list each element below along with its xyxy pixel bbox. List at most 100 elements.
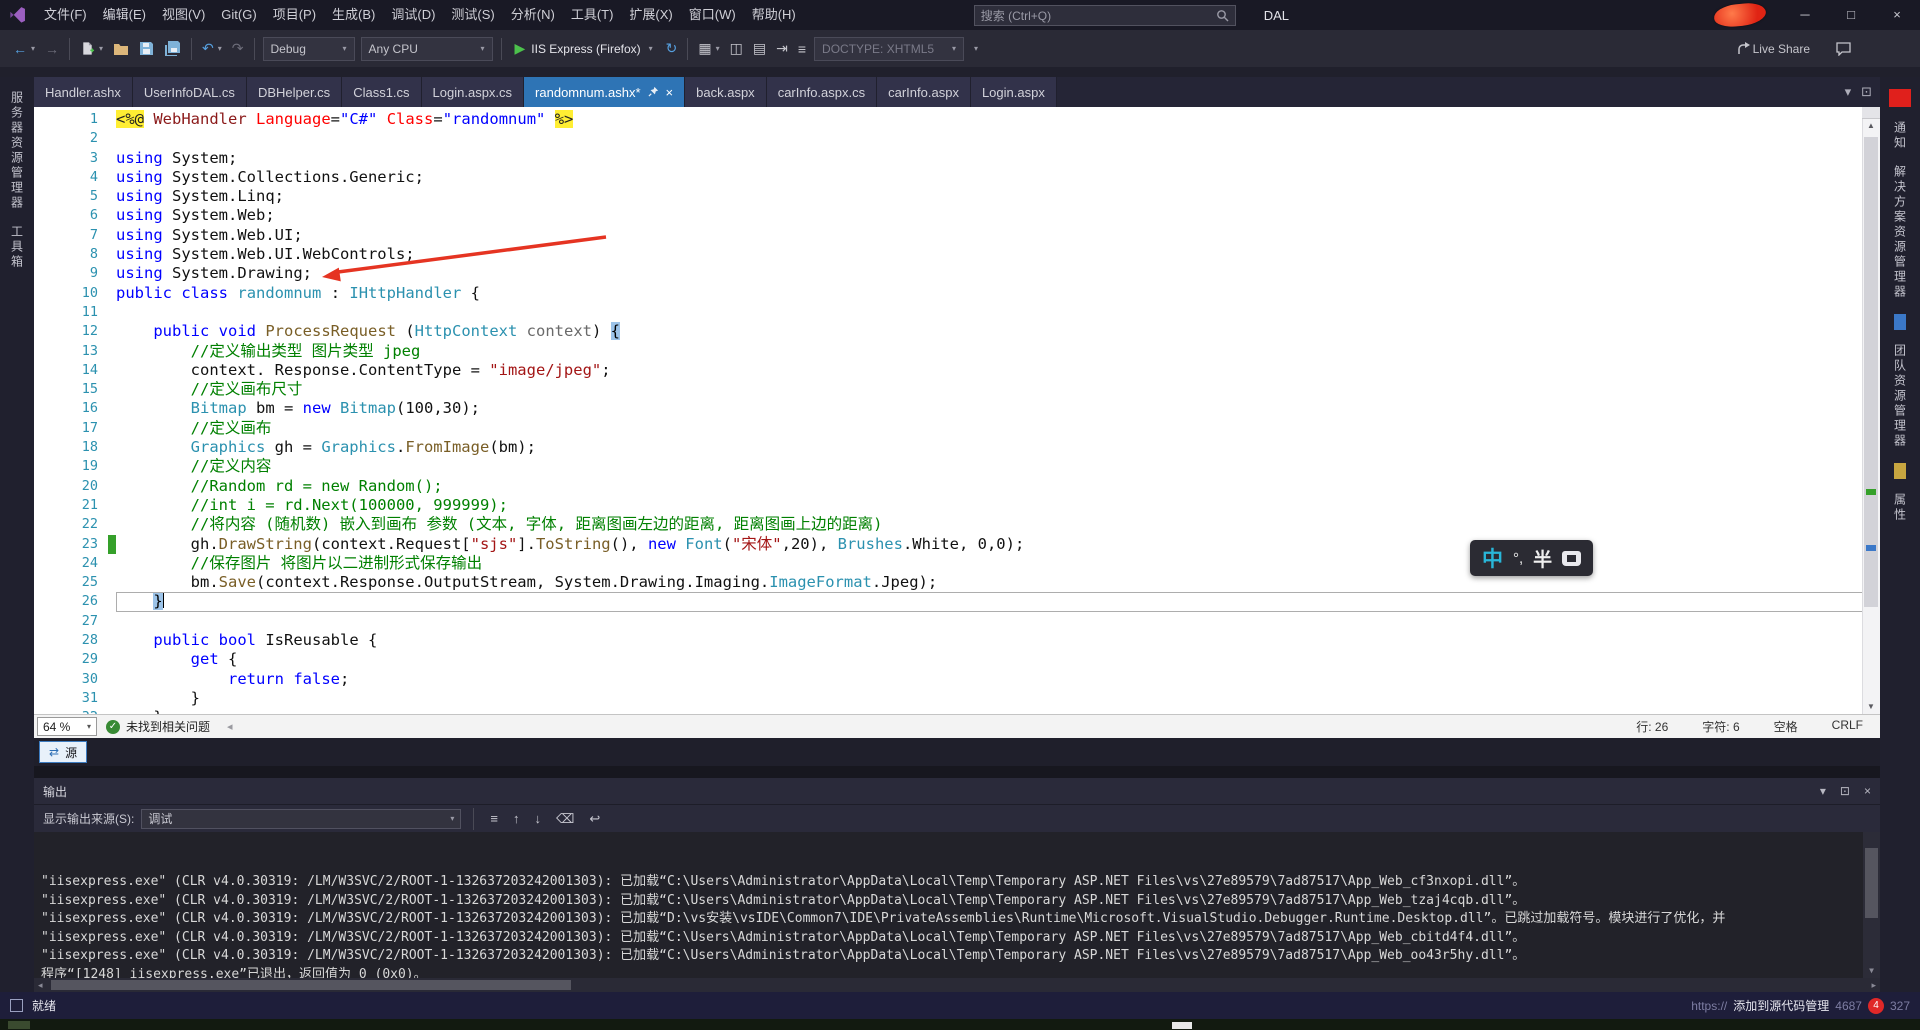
menu-item[interactable]: 测试(S) [443, 0, 502, 30]
breakpoint-gutter[interactable] [34, 554, 56, 573]
code-line[interactable]: 23 gh.DrawString(context.Request["sjs"].… [34, 534, 1880, 554]
menu-item[interactable]: 文件(F) [36, 0, 95, 30]
document-health-indicator[interactable]: ✓ 未找到相关问题 [106, 718, 210, 735]
breakpoint-gutter[interactable] [34, 168, 56, 187]
next-message-icon[interactable]: ↓ [530, 811, 545, 826]
save-button[interactable] [134, 36, 159, 62]
menu-item[interactable]: 分析(N) [503, 0, 563, 30]
code-line[interactable]: 14 context. Response.ContentType = "imag… [34, 361, 1880, 380]
scroll-left-icon[interactable]: ◂ [34, 980, 47, 991]
close-icon[interactable]: × [1864, 784, 1871, 798]
code-line[interactable]: 11 [34, 303, 1880, 322]
breakpoint-gutter[interactable] [34, 496, 56, 515]
breakpoint-gutter[interactable] [34, 206, 56, 225]
code-line[interactable]: 15 //定义画布尺寸 [34, 380, 1880, 399]
breakpoint-gutter[interactable] [34, 650, 56, 669]
scroll-up-icon[interactable]: ▲ [1862, 119, 1880, 133]
breakpoint-gutter[interactable] [34, 438, 56, 457]
output-source-select[interactable]: 调试 ▾ [141, 808, 462, 829]
code-line[interactable]: 4 using System.Collections.Generic; [34, 168, 1880, 187]
menu-item[interactable]: 调试(D) [383, 0, 443, 30]
code-line[interactable]: 24 //保存图片 将图片以二进制形式保存输出 [34, 554, 1880, 573]
doctype-select[interactable]: DOCTYPE: XHTML5 ▾ [814, 36, 965, 61]
word-wrap-icon[interactable]: ↩ [585, 811, 604, 827]
side-panel-tab[interactable]: 工具箱 [9, 225, 26, 270]
new-item-button[interactable]: ▾ [75, 36, 108, 62]
scrollbar-thumb[interactable] [1865, 848, 1878, 918]
clear-all-icon[interactable]: ⌫ [552, 811, 578, 827]
feedback-button[interactable] [1831, 36, 1856, 62]
breakpoint-gutter[interactable] [34, 342, 56, 361]
code-line[interactable]: 16 Bitmap bm = new Bitmap(100,30); [34, 399, 1880, 418]
breakpoint-gutter[interactable] [34, 129, 56, 148]
scroll-down-icon[interactable]: ▼ [1862, 700, 1880, 714]
minimize-button[interactable]: ─ [1782, 0, 1828, 30]
ime-halfwidth[interactable]: 半 [1533, 545, 1552, 572]
editor-split-handle[interactable] [1862, 107, 1880, 119]
side-panel-tab[interactable]: 解决方案资源管理器 [1892, 165, 1909, 300]
menu-item[interactable]: 视图(V) [154, 0, 213, 30]
add-to-source-control-button[interactable]: 添加到源代码管理 [1733, 997, 1829, 1014]
breakpoint-gutter[interactable] [34, 322, 56, 341]
menu-item[interactable]: 窗口(W) [681, 0, 744, 30]
platform-select[interactable]: Any CPU ▾ [360, 36, 493, 61]
side-panel-tab[interactable]: 团队资源管理器 [1892, 344, 1909, 449]
breakpoint-gutter[interactable] [34, 187, 56, 206]
document-tab[interactable]: back.aspx [685, 77, 767, 107]
code-editor[interactable]: 1 <%@ WebHandler Language="C#" Class="ran… [34, 107, 1880, 714]
breakpoint-gutter[interactable] [34, 708, 56, 714]
side-panel-tab[interactable]: 通知 [1892, 121, 1909, 151]
menu-item[interactable]: 扩展(X) [621, 0, 680, 30]
document-tab[interactable]: UserInfoDAL.cs [132, 77, 247, 107]
code-line[interactable]: 12 public void ProcessRequest (HttpConte… [34, 322, 1880, 341]
pin-icon[interactable] [648, 85, 659, 100]
refresh-button[interactable]: ↻ [661, 36, 683, 62]
close-button[interactable]: × [1874, 0, 1920, 30]
pin-icon[interactable]: ⊡ [1840, 784, 1850, 798]
close-icon[interactable]: × [666, 85, 674, 100]
menu-item[interactable]: 工具(T) [563, 0, 622, 30]
breakpoint-gutter[interactable] [34, 284, 56, 303]
prev-issue-icon[interactable]: ◂ [227, 720, 233, 733]
editor-vertical-scrollbar[interactable]: ▲ ▼ [1862, 107, 1880, 714]
ime-punctuation[interactable]: °, [1513, 550, 1523, 567]
side-panel-tab[interactable]: 服务器资源管理器 [9, 91, 26, 211]
scroll-down-icon[interactable]: ▼ [1863, 964, 1880, 978]
code-line[interactable]: 25 bm.Save(context.Response.OutputStream… [34, 573, 1880, 592]
space-mode-label[interactable]: 空格 [1774, 718, 1798, 735]
scrollbar-thumb[interactable] [50, 980, 571, 990]
scrollbar-thumb[interactable] [1864, 137, 1878, 607]
breakpoint-gutter[interactable] [34, 535, 56, 554]
breakpoint-gutter[interactable] [34, 399, 56, 418]
breakpoint-gutter[interactable] [34, 419, 56, 438]
breakpoint-gutter[interactable] [34, 573, 56, 592]
document-tab[interactable]: randomnum.ashx* × [524, 77, 686, 107]
ime-chinese-mode[interactable]: 中 [1482, 543, 1503, 573]
maximize-button[interactable]: □ [1828, 0, 1874, 30]
breakpoint-gutter[interactable] [34, 477, 56, 496]
code-line[interactable]: 5 using System.Linq; [34, 187, 1880, 206]
breakpoint-gutter[interactable] [34, 515, 56, 534]
save-all-button[interactable] [159, 36, 186, 62]
side-panel-tab[interactable]: 属性 [1892, 493, 1909, 523]
code-line[interactable]: 17 //定义画布 [34, 419, 1880, 438]
code-line[interactable]: 6 using System.Web; [34, 206, 1880, 225]
find-message-icon[interactable]: ≡ [486, 811, 502, 826]
menu-item[interactable]: Git(G) [213, 0, 264, 30]
nav-back-button[interactable]: ← ▾ [8, 36, 40, 62]
document-tab[interactable]: carInfo.aspx [877, 77, 971, 107]
code-line[interactable]: 7 using System.Web.UI; [34, 226, 1880, 245]
format-button[interactable]: ≡ [793, 36, 811, 62]
code-line[interactable]: 30 return false; [34, 670, 1880, 689]
breakpoint-gutter[interactable] [34, 631, 56, 650]
code-line[interactable]: 10 public class randomnum : IHttpHandler … [34, 284, 1880, 303]
panel-splitter[interactable] [34, 766, 1880, 778]
code-line[interactable]: 8 using System.Web.UI.WebControls; [34, 245, 1880, 264]
browser-link-button[interactable]: ▦ ▾ [693, 36, 724, 62]
breakpoint-gutter[interactable] [34, 110, 56, 129]
menu-item[interactable]: 编辑(E) [95, 0, 154, 30]
taskbar-icon[interactable] [8, 1021, 30, 1029]
breakpoint-gutter[interactable] [34, 149, 56, 168]
code-line[interactable]: 1 <%@ WebHandler Language="C#" Class="ran… [34, 110, 1880, 129]
breakpoint-gutter[interactable] [34, 612, 56, 631]
